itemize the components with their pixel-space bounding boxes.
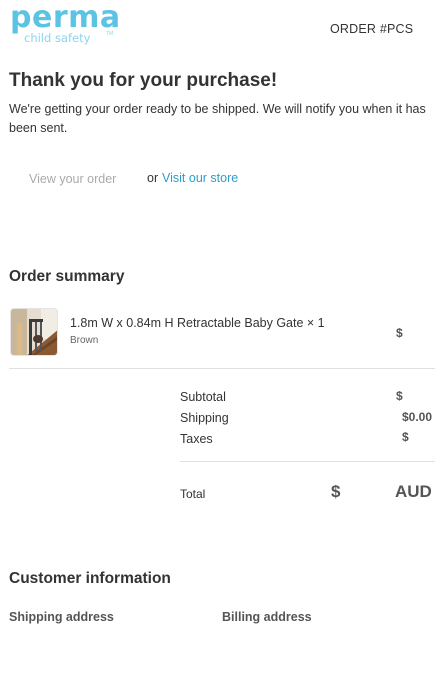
line-item-name: 1.8m W x 0.84m H Retractable Baby Gate ×… <box>70 316 325 330</box>
customer-information-heading: Customer information <box>9 570 171 587</box>
shipping-label: Shipping <box>180 411 229 425</box>
taxes-label: Taxes <box>180 432 213 446</box>
totals-divider <box>180 461 435 462</box>
email-header: perma child safety TM ORDER #PCS <box>0 0 448 52</box>
total-value: $ <box>331 482 341 501</box>
items-divider <box>9 368 435 369</box>
perma-logo[interactable]: perma child safety TM <box>10 2 120 48</box>
line-item-price: $ <box>396 326 403 340</box>
visit-store-link[interactable]: Visit our store <box>162 171 238 185</box>
taxes-value: $ <box>402 430 409 444</box>
baby-gate-product-photo-icon <box>11 309 57 355</box>
subtotal-label: Subtotal <box>180 390 226 404</box>
product-thumbnail <box>10 308 58 356</box>
or-separator: or <box>147 171 159 185</box>
logo-trademark: TM <box>106 31 114 37</box>
logo-wordmark: perma <box>10 0 121 35</box>
logo-tagline: child safety <box>24 31 91 45</box>
subtotal-value: $ <box>396 389 403 403</box>
order-number: ORDER #PCS <box>330 22 414 36</box>
total-currency-code: AUD <box>395 482 432 501</box>
thank-you-heading: Thank you for your purchase! <box>9 70 278 91</box>
order-actions: View your order or Visit our store <box>0 168 448 190</box>
billing-address-label: Billing address <box>222 610 312 624</box>
view-order-button[interactable]: View your order <box>29 172 116 186</box>
thank-you-message: We're getting your order ready to be shi… <box>9 102 426 135</box>
order-summary-heading: Order summary <box>9 268 125 285</box>
total-label: Total <box>180 487 206 501</box>
shipping-value: $0.00 <box>402 410 433 424</box>
shipping-address-label: Shipping address <box>9 610 114 624</box>
line-item-variant: Brown <box>70 335 99 346</box>
